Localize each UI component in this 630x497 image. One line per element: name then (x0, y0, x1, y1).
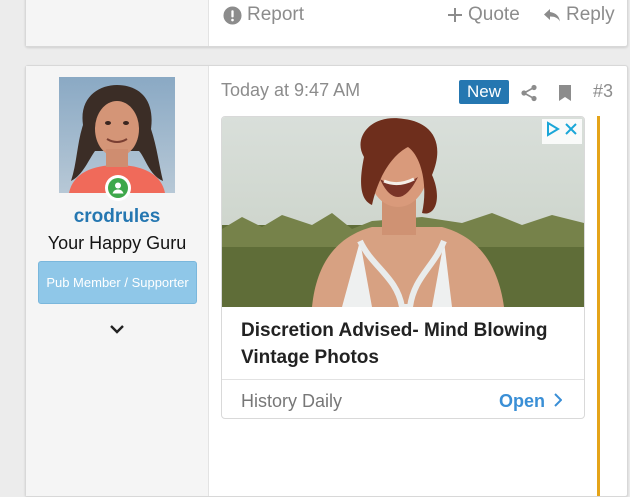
ad-source: History Daily (241, 391, 343, 411)
username-link[interactable]: crodrules (26, 206, 208, 228)
adchoices-icon (545, 121, 561, 142)
share-button[interactable] (520, 84, 538, 107)
post-number-link[interactable]: #3 (593, 81, 613, 102)
chevron-down-icon (109, 322, 125, 339)
reply-label: Reply (566, 4, 615, 25)
user-online-icon (105, 175, 131, 201)
plus-icon (447, 7, 463, 23)
previous-post: Report Quote Reply (25, 0, 628, 47)
exclamation-circle-icon (223, 5, 242, 25)
reply-button[interactable]: Reply (543, 4, 615, 26)
bookmark-icon (558, 85, 572, 106)
chevron-right-icon (553, 391, 563, 412)
close-icon[interactable] (563, 121, 579, 142)
user-title: Your Happy Guru (47, 233, 187, 253)
report-label: Report (247, 4, 305, 25)
bookmark-button[interactable] (558, 84, 572, 107)
adchoices-button[interactable] (542, 119, 582, 144)
quote-button[interactable]: Quote (447, 4, 520, 26)
ad-title[interactable]: Discretion Advised- Mind Blowing Vintage… (241, 317, 571, 371)
quote-label: Quote (468, 4, 520, 25)
expand-user-info-button[interactable] (109, 322, 125, 340)
reply-arrow-icon (543, 7, 561, 23)
user-column: crodrules Your Happy Guru Pub Member / S… (26, 66, 209, 496)
forum-post: crodrules Your Happy Guru Pub Member / S… (25, 65, 628, 497)
new-badge: New (459, 80, 510, 104)
report-button[interactable]: Report (223, 4, 304, 26)
ad-divider (222, 379, 584, 380)
previous-post-user-column (26, 0, 209, 46)
ad-image[interactable] (222, 117, 584, 310)
share-icon (520, 84, 538, 106)
sponsored-ad[interactable]: Discretion Advised- Mind Blowing Vintage… (221, 116, 585, 419)
ad-open-label: Open (498, 391, 545, 411)
ad-open-button[interactable]: Open (498, 391, 563, 412)
post-highlight-bar (597, 116, 600, 496)
post-timestamp[interactable]: Today at 9:47 AM (221, 80, 360, 101)
user-banner: Pub Member / Supporter (38, 261, 197, 304)
